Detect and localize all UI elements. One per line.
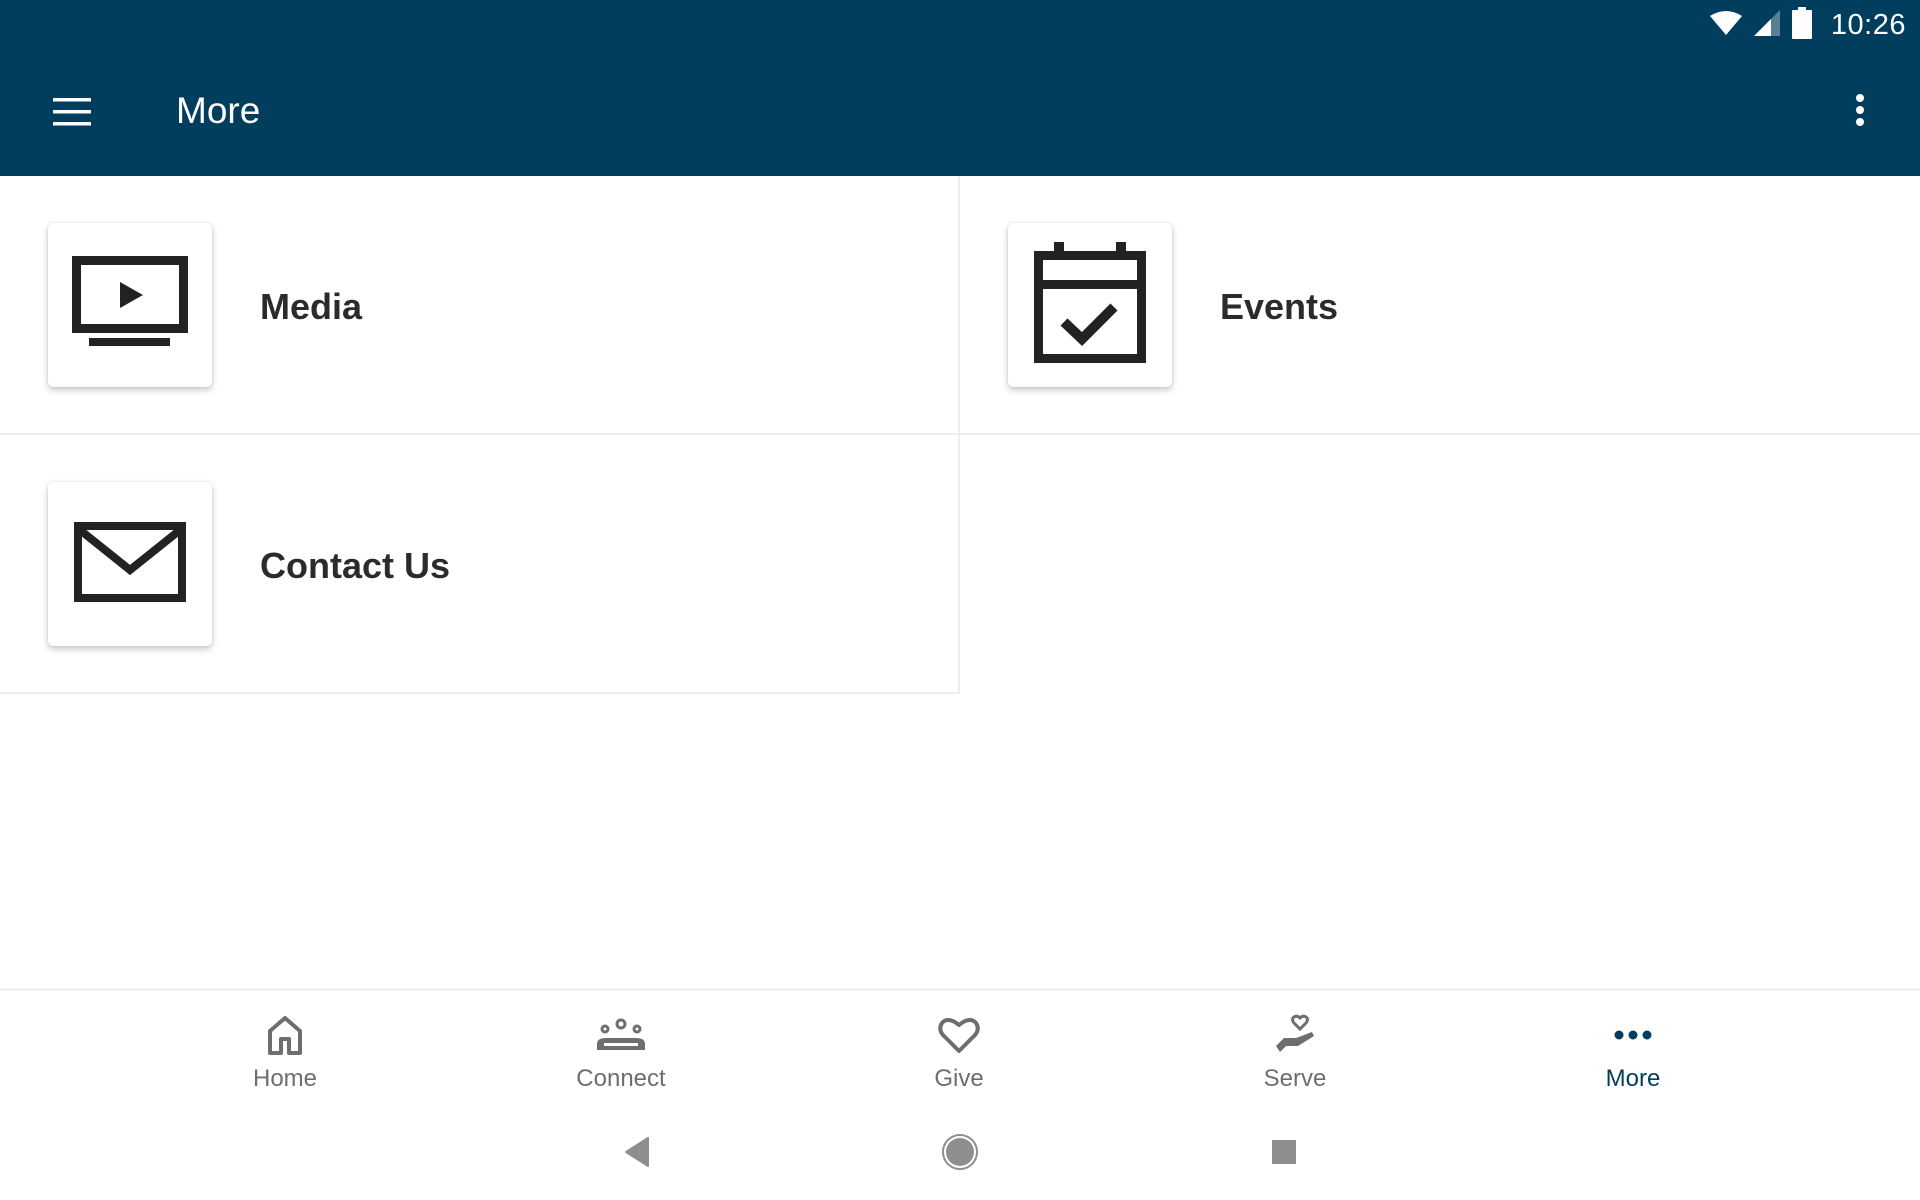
tv-play-icon — [72, 255, 188, 355]
nav-label: Home — [252, 1065, 318, 1092]
battery-icon — [1791, 6, 1813, 44]
nav-label: Serve — [1263, 1065, 1327, 1092]
group-icon — [596, 1013, 646, 1057]
grid-item-contact-us[interactable]: Contact Us — [0, 435, 960, 694]
grid-item-media[interactable]: Media — [0, 176, 960, 435]
nav-item-home[interactable]: Home — [185, 991, 385, 1101]
recents-icon — [1271, 1139, 1297, 1170]
hamburger-menu-button[interactable] — [48, 94, 96, 134]
bottom-navigation: Home Connect Give Serve More — [0, 988, 1920, 1100]
nav-label: Connect — [576, 1065, 666, 1092]
cell-signal-icon — [1753, 9, 1781, 42]
status-bar: 10:26 — [1709, 0, 1920, 50]
system-home-button[interactable] — [940, 1132, 980, 1177]
contact-card — [48, 482, 212, 646]
system-recents-button[interactable] — [1264, 1134, 1304, 1174]
home-circle-icon — [940, 1132, 980, 1177]
events-card — [1008, 223, 1172, 387]
grid-item-events[interactable]: Events — [960, 176, 1920, 435]
heart-icon — [938, 1013, 980, 1057]
status-time: 10:26 — [1830, 8, 1906, 41]
grid-item-label: Media — [260, 286, 363, 327]
more-horiz-icon — [1613, 1013, 1653, 1057]
media-card — [48, 223, 212, 387]
page-title: More — [176, 90, 261, 131]
hand-heart-icon — [1274, 1013, 1316, 1057]
nav-item-connect[interactable]: Connect — [521, 991, 721, 1101]
home-icon — [267, 1013, 303, 1057]
back-icon — [624, 1136, 650, 1172]
more-vert-icon — [1854, 93, 1866, 132]
app-bar: 10:26 More — [0, 0, 1920, 176]
nav-label: More — [1605, 1065, 1661, 1092]
nav-item-serve[interactable]: Serve — [1195, 991, 1395, 1101]
wifi-icon — [1709, 10, 1743, 41]
envelope-icon — [74, 521, 186, 607]
grid-item-label: Events — [1220, 286, 1339, 327]
hamburger-menu-icon — [53, 97, 91, 131]
nav-item-give[interactable]: Give — [859, 991, 1059, 1101]
nav-label: Give — [934, 1065, 984, 1092]
system-back-button[interactable] — [617, 1134, 657, 1174]
calendar-check-icon — [1034, 241, 1146, 369]
nav-item-more[interactable]: More — [1533, 991, 1733, 1101]
grid-item-label: Contact Us — [260, 545, 451, 586]
system-navigation-bar — [0, 1100, 1920, 1200]
overflow-menu-button[interactable] — [1840, 92, 1880, 132]
